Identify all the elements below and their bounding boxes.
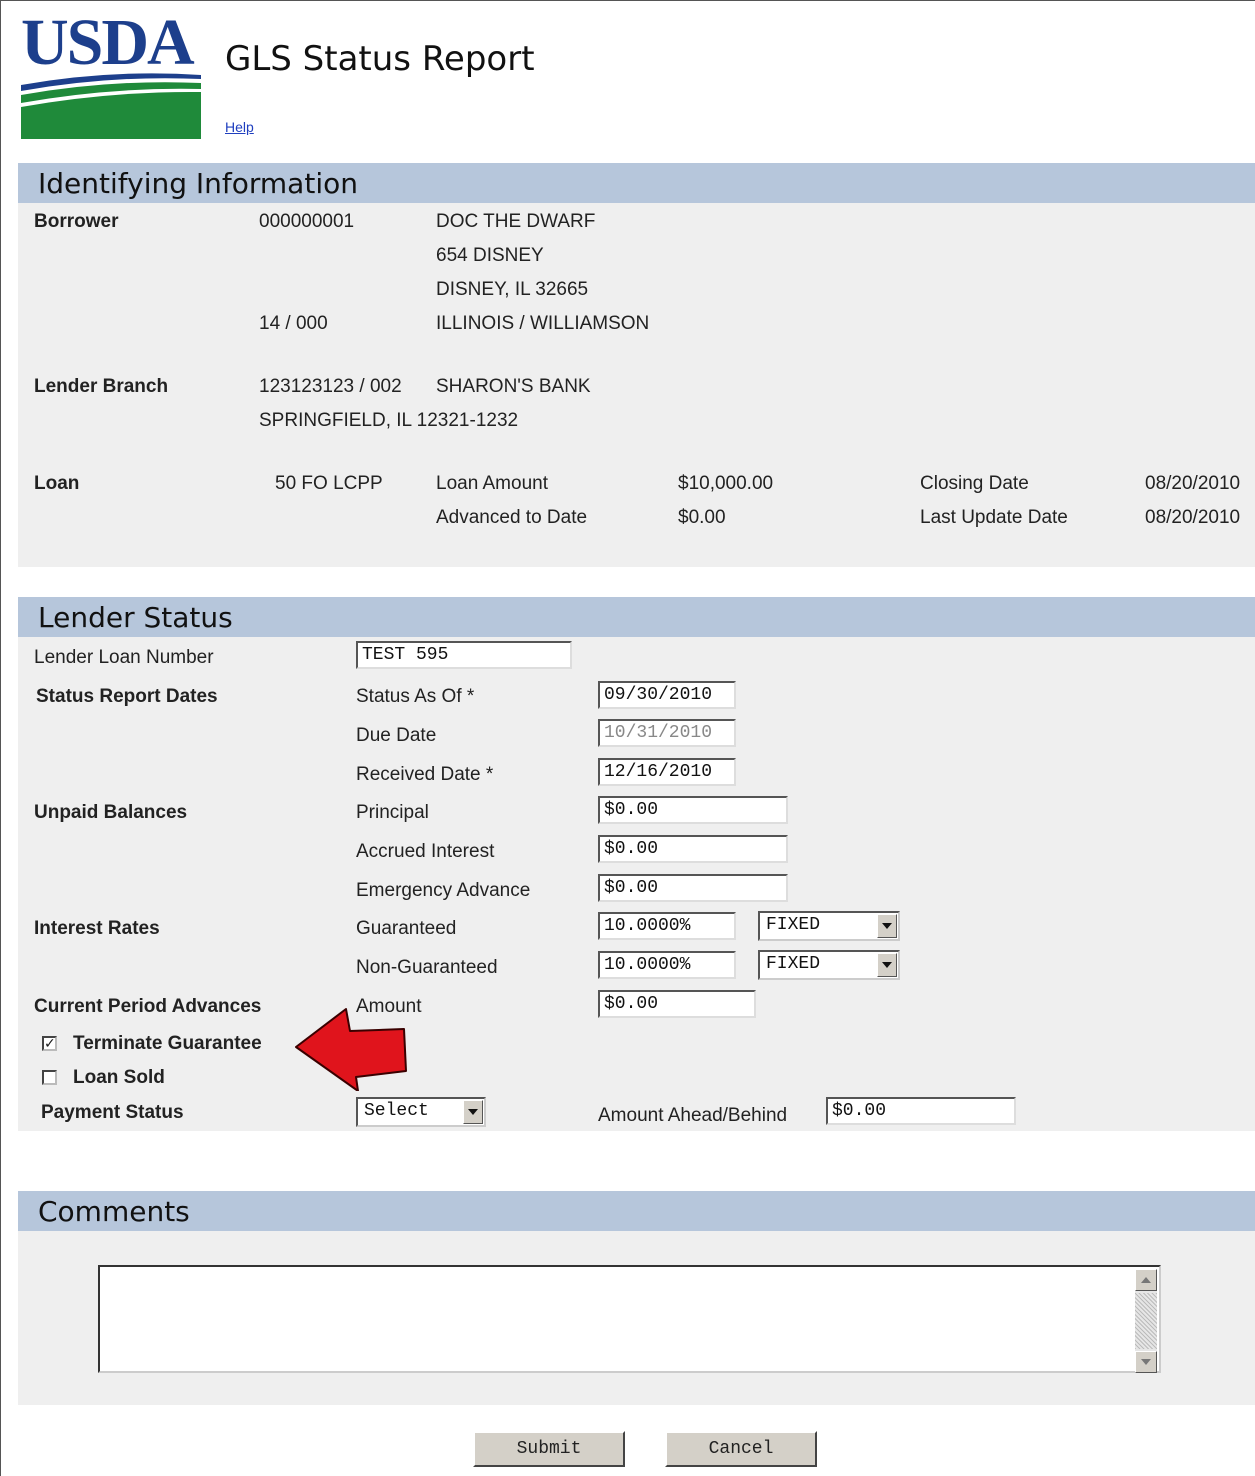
emergency-advance-input[interactable]: $0.00 [598, 874, 788, 902]
borrower-address1: 654 DISNEY [436, 245, 544, 266]
interest-rates-label: Interest Rates [34, 918, 160, 939]
help-link[interactable]: Help [225, 119, 254, 135]
amount-ahead-behind-label: Amount Ahead/Behind [598, 1105, 788, 1126]
section-title: Lender Status [38, 601, 233, 634]
logo-field-graphic [21, 73, 201, 139]
cancel-button[interactable]: Cancel [665, 1431, 817, 1467]
scroll-up-icon[interactable] [1135, 1269, 1157, 1291]
non-guaranteed-rate-type-value: FIXED [766, 954, 821, 974]
loan-label: Loan [34, 473, 80, 494]
loan-sold-checkbox[interactable] [42, 1070, 57, 1085]
chevron-down-icon [877, 953, 897, 977]
status-as-of-input[interactable]: 09/30/2010 [598, 681, 736, 709]
last-update-date-label: Last Update Date [920, 507, 1068, 528]
lender-branch-name: SHARON'S BANK [436, 376, 591, 397]
borrower-label: Borrower [34, 211, 119, 232]
lender-branch-city: SPRINGFIELD, IL 12321-1232 [259, 410, 519, 431]
payment-status-select[interactable]: Select [356, 1097, 486, 1127]
terminate-guarantee-checkbox[interactable]: ✓ [42, 1036, 57, 1051]
loan-amount-label: Loan Amount [436, 473, 548, 494]
guaranteed-rate-type-select[interactable]: FIXED [758, 911, 900, 941]
payment-status-label: Payment Status [41, 1102, 184, 1123]
borrower-id: 000000001 [259, 211, 355, 232]
lender-branch-id: 123123123 / 002 [259, 376, 402, 397]
section-title: Comments [38, 1195, 190, 1228]
borrower-address2: DISNEY, IL 32665 [436, 279, 589, 300]
closing-date-label: Closing Date [920, 473, 1029, 494]
scrollbar-track[interactable] [1135, 1293, 1157, 1349]
closing-date: 08/20/2010 [1145, 473, 1241, 494]
submit-button[interactable]: Submit [473, 1431, 625, 1467]
section-header: Lender Status [18, 597, 1255, 637]
due-date-input: 10/31/2010 [598, 719, 736, 747]
scroll-down-icon[interactable] [1135, 1351, 1157, 1373]
section-header: Identifying Information [18, 163, 1255, 203]
due-date-label: Due Date [356, 725, 437, 746]
received-date-input[interactable]: 12/16/2010 [598, 758, 736, 786]
current-period-advances-label: Current Period Advances [34, 996, 262, 1017]
advance-amount-input[interactable]: $0.00 [598, 990, 756, 1018]
identifying-information-panel: Identifying Information Borrower 0000000… [18, 163, 1255, 567]
non-guaranteed-label: Non-Guaranteed [356, 957, 498, 978]
amount-ahead-behind-input[interactable]: $0.00 [826, 1097, 1016, 1125]
guaranteed-rate-input[interactable]: 10.0000% [598, 912, 736, 940]
red-arrow-annotation [295, 1008, 407, 1091]
accrued-interest-label: Accrued Interest [356, 841, 495, 862]
comments-scrollbar[interactable] [1135, 1269, 1157, 1373]
borrower-state-county-code: 14 / 000 [259, 313, 328, 334]
section-title: Identifying Information [38, 167, 358, 200]
loan-code: 50 FO LCPP [275, 473, 383, 494]
accrued-interest-input[interactable]: $0.00 [598, 835, 788, 863]
last-update-date: 08/20/2010 [1145, 507, 1241, 528]
guaranteed-label: Guaranteed [356, 918, 457, 939]
borrower-state-county-name: ILLINOIS / WILLIAMSON [436, 313, 650, 334]
page-title: GLS Status Report [225, 39, 535, 79]
lender-loan-number-label: Lender Loan Number [34, 647, 214, 668]
status-report-dates-label: Status Report Dates [36, 686, 218, 707]
non-guaranteed-rate-input[interactable]: 10.0000% [598, 951, 736, 979]
guaranteed-rate-type-value: FIXED [766, 915, 821, 935]
section-header: Comments [18, 1191, 1255, 1231]
non-guaranteed-rate-type-select[interactable]: FIXED [758, 950, 900, 980]
principal-label: Principal [356, 802, 429, 823]
emergency-advance-label: Emergency Advance [356, 880, 531, 901]
payment-status-value: Select [364, 1101, 429, 1121]
principal-input[interactable]: $0.00 [598, 796, 788, 824]
status-as-of-label: Status As Of * [356, 686, 475, 707]
lender-branch-label: Lender Branch [34, 376, 169, 397]
unpaid-balances-label: Unpaid Balances [34, 802, 188, 823]
borrower-name: DOC THE DWARF [436, 211, 596, 232]
lender-status-panel: Lender Status Lender Loan Number TEST 59… [18, 597, 1255, 1131]
advanced-to-date: $0.00 [678, 507, 726, 528]
chevron-down-icon [877, 914, 897, 938]
comments-textarea[interactable] [98, 1265, 1161, 1373]
lender-loan-number-input[interactable]: TEST 595 [356, 641, 572, 669]
usda-logo: USDA [21, 6, 201, 139]
comments-panel: Comments [18, 1191, 1255, 1405]
chevron-down-icon [463, 1100, 483, 1124]
received-date-label: Received Date * [356, 764, 494, 785]
loan-sold-label: Loan Sold [73, 1067, 165, 1088]
terminate-guarantee-label: Terminate Guarantee [73, 1033, 262, 1054]
advanced-to-date-label: Advanced to Date [436, 507, 588, 528]
page: USDA GLS Status Report Help Identifying … [0, 0, 1255, 1476]
loan-amount: $10,000.00 [678, 473, 774, 494]
